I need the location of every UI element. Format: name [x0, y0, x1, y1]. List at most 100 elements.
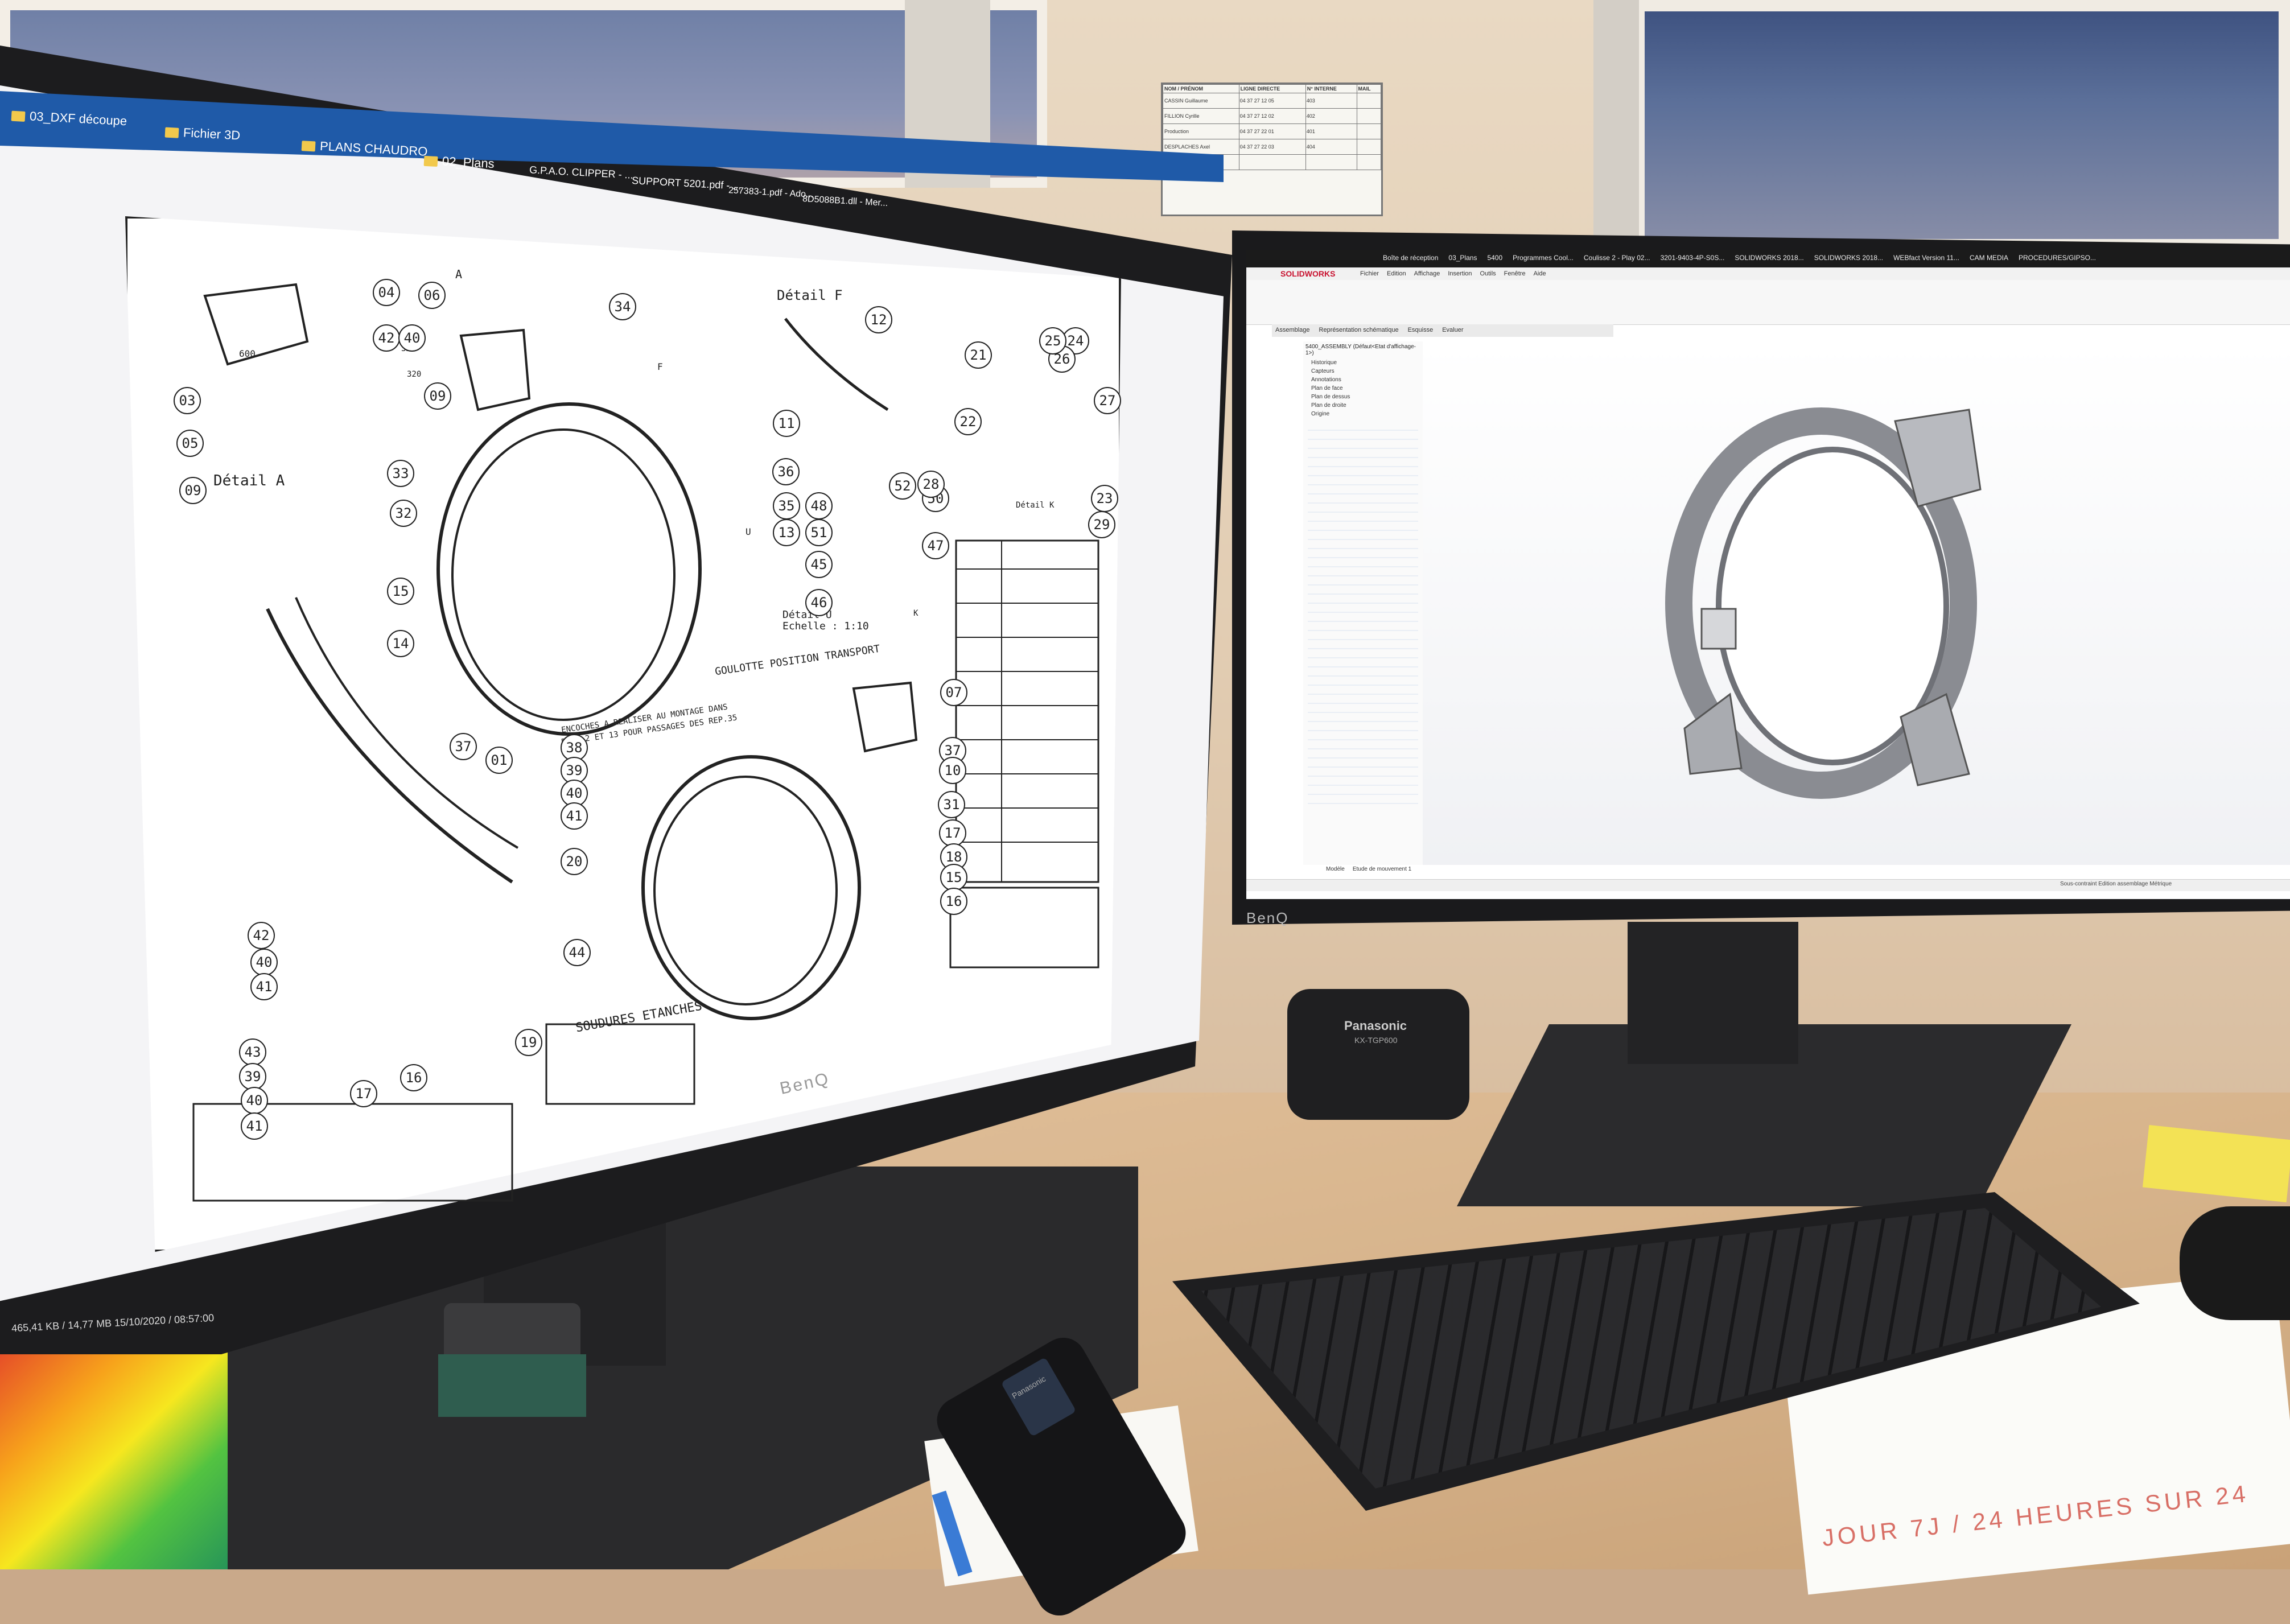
menu-item[interactable]: Edition [1387, 270, 1406, 277]
menu-item[interactable]: Aide [1534, 270, 1546, 277]
balloon-label: 21 [965, 341, 992, 369]
balloon-label: 19 [515, 1029, 542, 1056]
balloon-label: 42 [373, 324, 400, 352]
balloon-label: 15 [940, 864, 967, 891]
balloon-label: 25 [1039, 327, 1066, 355]
balloon-label: 40 [241, 1087, 268, 1114]
tree-item[interactable]: Plan de face [1303, 384, 1423, 393]
taskbar-item[interactable]: Programmes Cool... [1513, 254, 1574, 262]
taskbar-item[interactable]: SOLIDWORKS 2018... [1735, 254, 1803, 262]
taskbar-item[interactable]: Coulisse 2 - Play 02... [1584, 254, 1650, 262]
balloon-label: 35 [773, 492, 800, 520]
menu-item[interactable]: Affichage [1414, 270, 1440, 277]
balloon-label: 32 [390, 500, 417, 527]
status-text: Sous-contraint Edition assemblage Métriq… [2060, 881, 2172, 887]
router [1287, 989, 1469, 1120]
label-detail-a: Détail A [213, 472, 285, 489]
balloon-label: 14 [387, 630, 414, 657]
tree-item[interactable]: Origine [1303, 410, 1423, 418]
balloon-label: 47 [922, 532, 949, 559]
tree-item[interactable]: Capteurs [1303, 367, 1423, 376]
router-brand: Panasonic [1344, 1019, 1407, 1033]
label-u: U [746, 526, 751, 537]
tab-modele[interactable]: Modèle [1326, 866, 1345, 872]
balloon-label: 52 [889, 472, 916, 500]
tree-item[interactable]: Plan de droite [1303, 401, 1423, 410]
monitor-right-stand [1628, 922, 1798, 1064]
taskbar-item[interactable]: 03_Plans [1448, 254, 1477, 262]
hopper-transport [852, 681, 918, 753]
tree-root[interactable]: 5400_ASSEMBLY (Défaut<Etat d'affichage-1… [1303, 341, 1423, 358]
balloon-label: 33 [387, 460, 414, 487]
tree-item[interactable]: Historique [1303, 358, 1423, 367]
model-door [1700, 608, 1737, 650]
3d-model[interactable] [1650, 376, 2015, 819]
balloon-label: 16 [940, 888, 967, 915]
menu-item[interactable]: Insertion [1448, 270, 1472, 277]
hopper-detail-a [203, 283, 309, 366]
balloon-label: 44 [563, 939, 591, 966]
tree-parts-list[interactable] [1308, 422, 1418, 809]
label-echelle: Echelle : 1:10 [782, 620, 869, 632]
taskbar-item[interactable]: PROCEDURES/GIPSO... [2019, 254, 2096, 262]
balloon-label: 51 [805, 519, 833, 546]
menu-item[interactable]: Fichier [1360, 270, 1379, 277]
clamp-base [438, 1354, 586, 1417]
tab-assemblage[interactable]: Assemblage [1275, 327, 1310, 333]
balloon-label: 20 [561, 848, 588, 875]
balloon-label: 17 [350, 1080, 377, 1107]
dim-320-b: 320 [407, 370, 422, 379]
balloon-label: 41 [241, 1112, 268, 1140]
taskbar-item[interactable]: Boîte de réception [1383, 254, 1438, 262]
tab-motion[interactable]: Etude de mouvement 1 [1353, 866, 1411, 872]
taskbar-item[interactable]: SOLIDWORKS 2018... [1814, 254, 1883, 262]
balloon-label: 40 [250, 949, 278, 976]
balloon-label: 12 [865, 306, 892, 333]
menu-item[interactable]: Fenêtre [1504, 270, 1526, 277]
tab-evaluer[interactable]: Evaluer [1442, 327, 1463, 333]
taskbar-item[interactable]: 5400 [1487, 254, 1502, 262]
taskbar-item[interactable]: 3201-9403-4P-S0S... [1661, 254, 1725, 262]
balloon-label: 10 [939, 757, 966, 784]
balloon-label: 31 [938, 791, 965, 818]
balloon-label: 16 [400, 1064, 427, 1091]
balloon-label: 41 [250, 973, 278, 1000]
tree-item[interactable]: Annotations [1303, 376, 1423, 384]
label-k: K [913, 609, 919, 618]
feature-tree: 5400_ASSEMBLY (Défaut<Etat d'affichage-1… [1303, 341, 1423, 865]
arc-detail-f [784, 318, 889, 411]
notes-block [192, 1103, 513, 1202]
balloon-label: 27 [1094, 387, 1121, 414]
label-detail-k: Détail K [1016, 501, 1055, 510]
menu-item[interactable]: Outils [1480, 270, 1496, 277]
balloon-label: 40 [398, 324, 426, 352]
balloon-label: 17 [939, 819, 966, 847]
weld-block [545, 1023, 695, 1105]
solidworks-logo: SOLIDWORKS [1280, 269, 1336, 278]
brand-right: BenQ [1246, 909, 1289, 926]
taskbar-item[interactable]: CAM MEDIA [1970, 254, 2008, 262]
ring-transport-outer [641, 755, 861, 1020]
bottom-tabs: Modèle Etude de mouvement 1 [1326, 866, 1411, 872]
tab-esquisse[interactable]: Esquisse [1408, 327, 1434, 333]
balloon-label: 15 [387, 578, 414, 605]
balloon-label: 48 [805, 492, 833, 520]
balloon-label: 13 [773, 519, 800, 546]
taskbar-item[interactable]: WEBfact Version 11... [1893, 254, 1959, 262]
balloon-label: 09 [179, 477, 207, 504]
balloon-label: 37 [450, 733, 477, 760]
solidworks-menu: Fichier Edition Affichage Insertion Outi… [1360, 270, 1546, 277]
balloon-label: 42 [248, 922, 275, 949]
balloon-label: 11 [773, 410, 800, 437]
balloon-label: 28 [917, 471, 945, 498]
balloon-label: 22 [954, 408, 982, 435]
right-taskbar-items: Boîte de réception 03_Plans 5400 Program… [1383, 254, 2096, 262]
solidworks-tabs: Assemblage Représentation schématique Es… [1272, 324, 1613, 337]
tree-item[interactable]: Plan de dessus [1303, 393, 1423, 401]
balloon-label: 46 [805, 589, 833, 616]
dim-600: 600 [239, 348, 256, 359]
mouse[interactable] [2180, 1206, 2290, 1320]
balloon-label: 23 [1091, 485, 1118, 512]
tab-representation[interactable]: Représentation schématique [1319, 327, 1399, 333]
ring-outer [436, 402, 702, 736]
